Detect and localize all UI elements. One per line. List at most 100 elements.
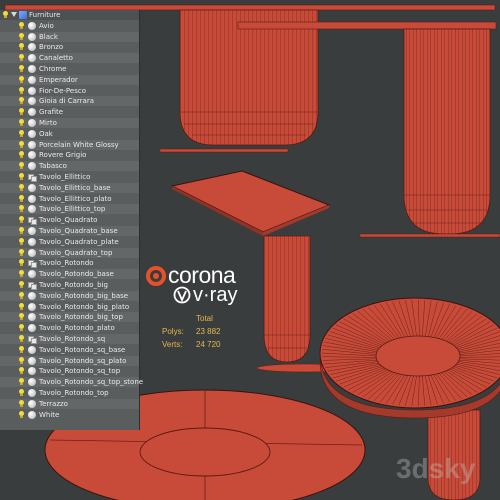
material-sphere-icon [28,162,36,171]
outliner-row[interactable]: Canaletto [0,53,139,64]
visibility-bulb-icon[interactable] [19,65,24,72]
outliner-row[interactable]: Avio [0,21,139,31]
outliner-row[interactable]: Emperador [0,74,139,85]
visibility-bulb-icon[interactable] [19,410,24,418]
3dsky-watermark: 3dsky [396,453,476,484]
outliner-item-label: Canaletto [39,54,73,63]
visibility-bulb-icon[interactable] [19,324,24,332]
outliner-row[interactable]: Tavolo_Rotondo_top [0,388,139,398]
visibility-bulb-icon[interactable] [19,86,24,94]
outliner-item-label: Mirto [39,119,57,127]
visibility-bulb-icon[interactable] [19,367,24,375]
visibility-bulb-icon[interactable] [19,97,24,105]
outliner-row[interactable]: Bronzo [0,42,139,52]
outliner-item-label: Tavolo_Rotondo_big_top [39,313,123,322]
material-sphere-icon [28,32,36,41]
visibility-bulb-icon[interactable] [3,11,8,18]
outliner-root-row[interactable]: Furniture [0,10,139,20]
outliner-row[interactable]: White [0,410,139,420]
visibility-bulb-icon[interactable] [19,335,24,342]
visibility-bulb-icon[interactable] [19,32,24,40]
outliner-row[interactable]: Tavolo_Rotondo_base [0,269,139,280]
outliner-row[interactable]: Tavolo_Rotondo_sq_top [0,366,139,376]
visibility-bulb-icon[interactable] [19,270,24,278]
outliner-item-label: Furniture [29,11,61,19]
visibility-bulb-icon[interactable] [19,378,24,386]
outliner-row[interactable]: Tavolo_Ellittico_top [0,204,139,215]
outliner-row[interactable]: Tavolo_Quadrato [0,215,139,226]
scene-outliner-panel[interactable]: Furniture Avio Black Bronzo Canaletto Chrome E… [0,10,143,430]
visibility-bulb-icon[interactable] [19,108,24,116]
outliner-row[interactable]: Tavolo_Rotondo_sq [0,334,139,344]
outliner-row[interactable]: Mirto [0,118,139,128]
visibility-bulb-icon[interactable] [19,216,24,224]
outliner-row[interactable]: Oak [0,129,139,139]
outliner-row[interactable]: Tavolo_Rotondo_big_plato [0,302,139,312]
polycount-stats: Total Polys: 23 882 Verts: 24 720 [162,314,272,354]
expand-arrow-icon[interactable] [11,12,17,17]
visibility-bulb-icon[interactable] [19,227,24,234]
visibility-bulb-icon[interactable] [19,291,24,299]
outliner-row[interactable]: Tavolo_Rotondo_sq_top_stone [0,377,143,388]
outliner-row[interactable]: Tavolo_Rotondo_sq_base [0,345,139,355]
visibility-bulb-icon[interactable] [19,173,24,180]
layer-folder-icon [19,11,27,19]
group-object-icon [28,173,37,182]
outliner-row[interactable]: Grafite [0,107,139,117]
visibility-bulb-icon[interactable] [19,119,24,126]
outliner-row[interactable]: Tavolo_Rotondo [0,258,139,269]
material-sphere-icon [28,86,36,95]
vray-wordmark: v·ray [193,284,238,306]
outliner-row[interactable]: Tabasco [0,161,139,172]
visibility-bulb-icon[interactable] [19,75,24,83]
visibility-bulb-icon[interactable] [19,281,24,288]
visibility-bulb-icon[interactable] [19,43,24,51]
outliner-row[interactable]: Terrazzo [0,398,139,409]
outliner-item-label: Avio [39,21,54,30]
outliner-row[interactable]: Tavolo_Rotondo_big_top [0,312,139,323]
outliner-row[interactable]: Tavolo_Quadrato_top [0,247,139,258]
material-sphere-icon [28,410,36,419]
outliner-row[interactable]: Tavolo_Ellittico_base [0,182,139,193]
visibility-bulb-icon[interactable] [19,356,24,364]
outliner-row[interactable]: Tavolo_Quadrato_plate [0,237,139,247]
visibility-bulb-icon[interactable] [19,21,24,29]
visibility-bulb-icon[interactable] [19,248,24,256]
visibility-bulb-icon[interactable] [19,399,24,407]
visibility-bulb-icon[interactable] [19,129,24,137]
outliner-row[interactable]: Tavolo_Quadrato_base [0,226,139,236]
outliner-row[interactable]: Porcelain White Glossy [0,139,139,150]
outliner-item-label: Tavolo_Rotondo [39,259,94,268]
outliner-row[interactable]: Tavolo_Ellittico [0,172,139,182]
outliner-row[interactable]: Gioia di Carrara [0,96,139,107]
visibility-bulb-icon[interactable] [19,162,24,170]
outliner-item-label: Emperador [39,75,78,84]
outliner-row[interactable]: Tavolo_Rotondo_big [0,280,139,290]
outliner-row[interactable]: Rovere Grigio [0,150,139,160]
visibility-bulb-icon[interactable] [19,54,24,62]
visibility-bulb-icon[interactable] [19,237,24,245]
outliner-row[interactable]: Tavolo_Ellittico_plato [0,194,139,204]
visibility-bulb-icon[interactable] [19,140,24,148]
material-sphere-icon [28,378,36,387]
visibility-bulb-icon[interactable] [19,151,24,159]
outliner-item-label: Tavolo_Ellittico_plato [39,194,112,203]
visibility-bulb-icon[interactable] [19,389,24,396]
outliner-item-label: Tavolo_Rotondo_big_base [39,291,129,300]
visibility-bulb-icon[interactable] [19,302,24,310]
visibility-bulb-icon[interactable] [19,313,24,321]
outliner-row[interactable]: Tavolo_Rotondo_plato [0,323,139,333]
outliner-row[interactable]: Tavolo_Rotondo_sq_plato [0,355,139,366]
visibility-bulb-icon[interactable] [19,205,24,213]
outliner-row[interactable]: Tavolo_Rotondo_big_base [0,290,139,301]
outliner-row[interactable]: Chrome [0,64,139,74]
material-sphere-icon [28,237,36,246]
outliner-row[interactable]: Black [0,31,139,42]
outliner-row[interactable]: Fior-De-Pesco [0,86,139,96]
visibility-bulb-icon[interactable] [19,259,24,267]
visibility-bulb-icon[interactable] [19,183,24,191]
visibility-bulb-icon[interactable] [19,345,24,353]
material-sphere-icon [28,270,36,279]
visibility-bulb-icon[interactable] [19,194,24,202]
vray-icon [173,286,191,304]
